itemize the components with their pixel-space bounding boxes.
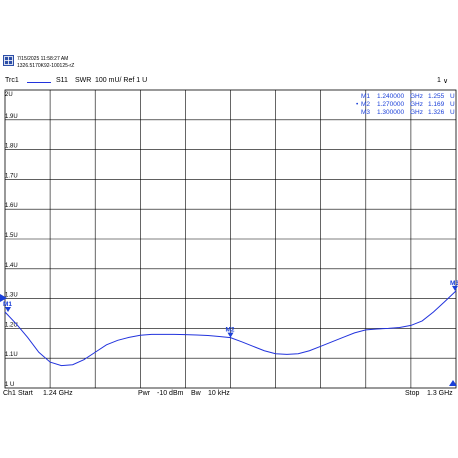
marker-frequency-unit: GHz bbox=[410, 101, 423, 108]
marker-label: M3 bbox=[361, 109, 370, 116]
marker-active-dot: • bbox=[356, 101, 359, 108]
marker-frequency-unit: GHz bbox=[410, 93, 423, 100]
marker-frequency: 1.300000 bbox=[377, 109, 404, 116]
y-tick-label: 1.5U bbox=[5, 233, 18, 239]
y-tick-label: 1.6U bbox=[5, 203, 18, 209]
marker-glyph-label: M1 bbox=[3, 301, 12, 308]
power-label: Pwr bbox=[138, 390, 151, 397]
marker-label: M1 bbox=[361, 93, 370, 100]
marker-label: M2 bbox=[361, 101, 370, 108]
marker-frequency-unit: GHz bbox=[410, 109, 423, 116]
marker-value-unit: U bbox=[450, 93, 455, 100]
stop-value[interactable]: 1.3 GHz bbox=[427, 390, 453, 397]
channel-footer: Ch1 Start 1.24 GHz Pwr -10 dBm Bw 10 kHz… bbox=[0, 387, 458, 399]
bandwidth-value[interactable]: 10 kHz bbox=[208, 390, 230, 397]
marker-glyph-label: M3 bbox=[450, 280, 458, 287]
marker-frequency: 1.270000 bbox=[377, 101, 404, 108]
grid bbox=[4, 89, 457, 389]
marker-glyph-label: M2 bbox=[226, 327, 235, 334]
y-tick-label: 1.9U bbox=[5, 114, 18, 120]
marker-value-unit: U bbox=[450, 101, 455, 108]
bandwidth-label: Bw bbox=[191, 390, 201, 397]
marker-frequency: 1.240000 bbox=[377, 93, 404, 100]
y-tick-label: 1.8U bbox=[5, 144, 18, 150]
marker-value: 1.326 bbox=[428, 109, 445, 116]
y-tick-label: 1.7U bbox=[5, 173, 18, 179]
marker-table: M1 1.240000 GHz 1.255 U • M2 1.270000 GHz 1.169 U M… bbox=[356, 93, 455, 116]
start-value[interactable]: 1.24 GHz bbox=[43, 390, 73, 397]
trace-edge-arrows bbox=[0, 294, 457, 386]
y-tick-label: 1.3U bbox=[5, 293, 18, 299]
start-label: Start bbox=[18, 390, 33, 397]
swr-chart: 2U1.9U1.8U1.7U1.6U1.5U1.4U1.3U1.2U1.1U1 … bbox=[0, 89, 458, 389]
stop-label: Stop bbox=[405, 390, 420, 397]
marker-value: 1.255 bbox=[428, 93, 445, 100]
y-tick-labels: 2U1.9U1.8U1.7U1.6U1.5U1.4U1.3U1.2U1.1U1 … bbox=[5, 92, 18, 388]
y-tick-label: 2U bbox=[5, 92, 13, 98]
y-tick-label: 1.4U bbox=[5, 263, 18, 269]
marker-value: 1.169 bbox=[428, 101, 445, 108]
marker-value-unit: U bbox=[450, 109, 455, 116]
y-tick-label: 1.1U bbox=[5, 352, 18, 358]
power-value[interactable]: -10 dBm bbox=[157, 390, 183, 397]
channel-label[interactable]: Ch1 bbox=[3, 390, 16, 397]
